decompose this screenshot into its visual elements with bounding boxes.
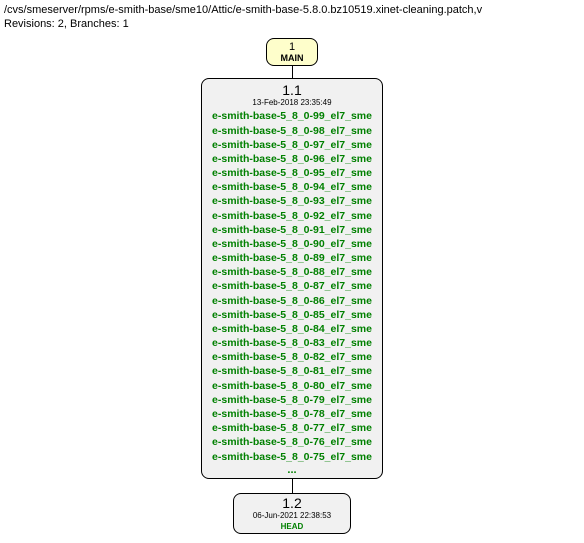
branch-label: MAIN [273,53,311,63]
revision-2-version: 1.2 [242,496,342,511]
tag-item: e-smith-base-5_8_0-86_el7_sme [212,294,372,308]
head-label: HEAD [242,522,342,531]
tag-item: e-smith-base-5_8_0-87_el7_sme [212,279,372,293]
tag-item: e-smith-base-5_8_0-79_el7_sme [212,393,372,407]
tag-item: e-smith-base-5_8_0-90_el7_sme [212,237,372,251]
connector-line [292,479,293,493]
branch-root-box: 1 MAIN [266,38,318,66]
tag-item: e-smith-base-5_8_0-93_el7_sme [212,194,372,208]
revision-1-version: 1.1 [212,83,372,98]
tag-item: e-smith-base-5_8_0-99_el7_sme [212,109,372,123]
branch-number: 1 [273,41,311,53]
file-path: /cvs/smeserver/rpms/e-smith-base/sme10/A… [4,4,580,16]
tag-item: e-smith-base-5_8_0-98_el7_sme [212,124,372,138]
tag-item: e-smith-base-5_8_0-89_el7_sme [212,251,372,265]
revision-2-timestamp: 06-Jun-2021 22:38:53 [242,511,342,520]
tag-item: e-smith-base-5_8_0-75_el7_sme [212,450,372,464]
tag-item: e-smith-base-5_8_0-84_el7_sme [212,322,372,336]
revision-1-timestamp: 13-Feb-2018 23:35:49 [212,98,372,107]
tag-item: e-smith-base-5_8_0-92_el7_sme [212,209,372,223]
tag-item: e-smith-base-5_8_0-76_el7_sme [212,435,372,449]
tag-item: e-smith-base-5_8_0-94_el7_sme [212,180,372,194]
tag-item: e-smith-base-5_8_0-96_el7_sme [212,152,372,166]
tag-item: e-smith-base-5_8_0-95_el7_sme [212,166,372,180]
revision-1-box: 1.1 13-Feb-2018 23:35:49 e-smith-base-5_… [201,78,383,479]
tag-item: e-smith-base-5_8_0-80_el7_sme [212,379,372,393]
tag-item: e-smith-base-5_8_0-91_el7_sme [212,223,372,237]
revision-graph: 1 MAIN 1.1 13-Feb-2018 23:35:49 e-smith-… [4,38,580,534]
tag-item: e-smith-base-5_8_0-97_el7_sme [212,138,372,152]
connector-line [292,66,293,78]
tag-item: e-smith-base-5_8_0-81_el7_sme [212,364,372,378]
revision-info: Revisions: 2, Branches: 1 [4,18,580,30]
tag-ellipsis: ... [212,464,372,476]
tag-item: e-smith-base-5_8_0-88_el7_sme [212,265,372,279]
tag-item: e-smith-base-5_8_0-85_el7_sme [212,308,372,322]
tag-item: e-smith-base-5_8_0-82_el7_sme [212,350,372,364]
tag-item: e-smith-base-5_8_0-77_el7_sme [212,421,372,435]
tag-list: e-smith-base-5_8_0-99_el7_smee-smith-bas… [212,109,372,463]
revision-2-box: 1.2 06-Jun-2021 22:38:53 HEAD [233,493,351,534]
tag-item: e-smith-base-5_8_0-78_el7_sme [212,407,372,421]
tag-item: e-smith-base-5_8_0-83_el7_sme [212,336,372,350]
